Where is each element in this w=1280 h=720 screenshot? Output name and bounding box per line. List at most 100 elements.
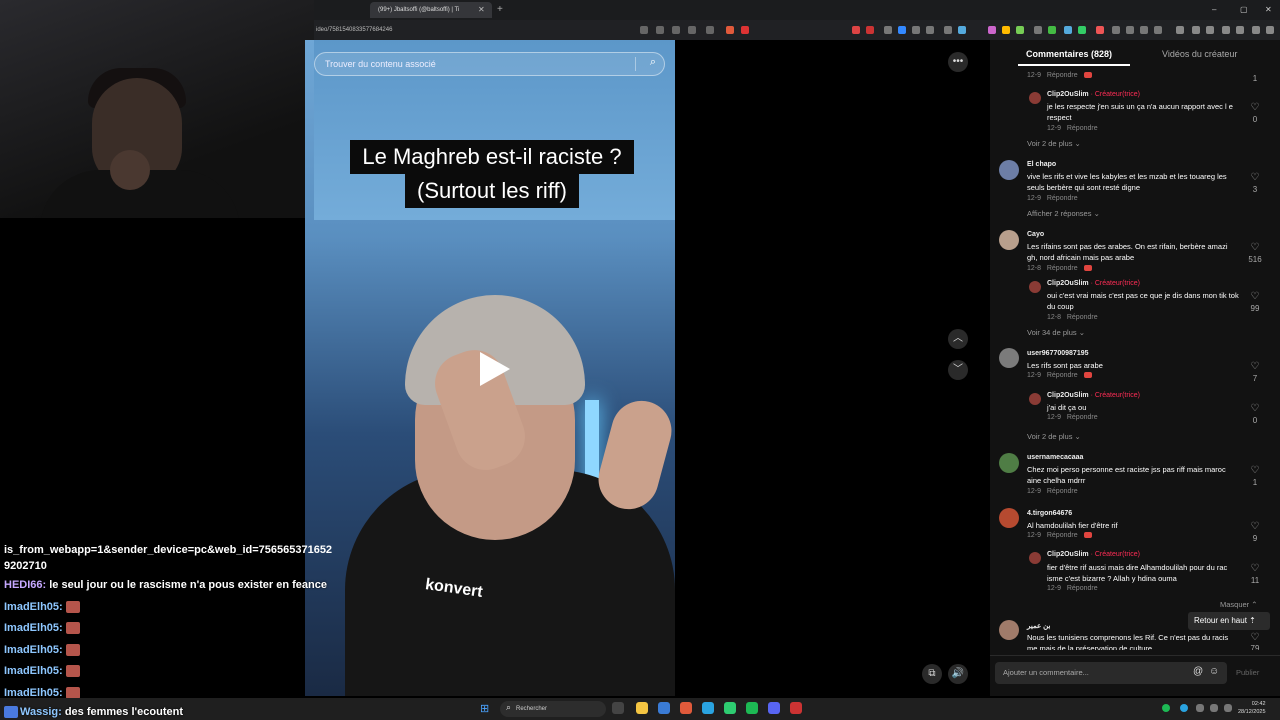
extension-icon[interactable]	[1078, 26, 1086, 34]
reply-button[interactable]: Répondre	[1067, 585, 1098, 592]
telegram-icon[interactable]	[702, 702, 714, 714]
avatar[interactable]	[1029, 92, 1041, 104]
address-bar[interactable]: ideo/7581540833577684246	[314, 22, 774, 38]
extension-icon[interactable]	[852, 26, 860, 34]
reply-button[interactable]: Répondre	[1067, 125, 1098, 132]
reply-button[interactable]: Répondre	[1067, 414, 1098, 421]
volume-button[interactable]: 🔊	[948, 664, 968, 684]
extension-icon[interactable]	[1112, 26, 1120, 34]
reply-button[interactable]: Répondre	[1047, 72, 1078, 79]
extension-icon[interactable]	[1096, 26, 1104, 34]
avatar[interactable]	[999, 453, 1019, 473]
heart-icon[interactable]: ♡	[1248, 632, 1262, 643]
whatsapp-icon[interactable]	[724, 702, 736, 714]
heart-icon[interactable]: ♡	[1248, 403, 1262, 414]
discord-icon[interactable]	[768, 702, 780, 714]
extension-icon[interactable]	[912, 26, 920, 34]
app-icon[interactable]	[790, 702, 802, 714]
extension-icon[interactable]	[988, 26, 996, 34]
extension-icon[interactable]	[898, 26, 906, 34]
rewards-icon[interactable]	[741, 26, 749, 34]
comment-username[interactable]: Clip2OuSlim · Créateur(trice)	[1047, 551, 1140, 558]
menu-icon[interactable]	[1266, 26, 1274, 34]
wallet-icon[interactable]	[1222, 26, 1230, 34]
reader-icon[interactable]	[640, 26, 648, 34]
emoji-icon[interactable]: ☺	[1209, 666, 1219, 677]
comment-username[interactable]: Clip2OuSlim · Créateur(trice)	[1047, 91, 1140, 98]
avatar[interactable]	[999, 160, 1019, 180]
zoom-icon[interactable]	[688, 26, 696, 34]
publish-button[interactable]: Publier	[1236, 668, 1259, 677]
edit-icon[interactable]	[656, 26, 664, 34]
taskbar-search[interactable]: Rechercher	[500, 701, 606, 717]
windows-start-icon[interactable]: ⊞	[480, 702, 489, 715]
task-view-icon[interactable]	[612, 702, 624, 714]
comment-username[interactable]: usernamecacaaa	[1027, 454, 1083, 461]
tab-close-icon[interactable]: ✕	[478, 2, 485, 18]
previous-video-button[interactable]: ︿	[948, 329, 968, 349]
reply-button[interactable]: Répondre	[1047, 532, 1078, 539]
more-options-button[interactable]: •••	[948, 52, 968, 72]
maximize-button[interactable]: ▢	[1240, 2, 1248, 18]
related-search-input[interactable]: Trouver du contenu associé	[325, 53, 436, 75]
back-to-top-button[interactable]: Retour en haut ⇡	[1188, 612, 1270, 630]
translate-icon[interactable]	[672, 26, 680, 34]
hide-replies[interactable]: Masquer ⌃	[1220, 600, 1258, 609]
heart-icon[interactable]: ♡	[1248, 291, 1262, 302]
extension-icon[interactable]	[1064, 26, 1072, 34]
wifi-icon[interactable]	[1196, 704, 1204, 712]
avatar[interactable]	[1029, 552, 1041, 564]
extension-icon[interactable]	[884, 26, 892, 34]
brave-icon[interactable]	[680, 702, 692, 714]
spotify-icon[interactable]	[746, 702, 758, 714]
extension-icon[interactable]	[1140, 26, 1148, 34]
app-icon[interactable]	[658, 702, 670, 714]
bookmark-icon[interactable]	[1192, 26, 1200, 34]
show-more-replies[interactable]: Voir 2 de plus ⌄	[1027, 432, 1081, 441]
avatar[interactable]	[1029, 281, 1041, 293]
sidebar-icon[interactable]	[1206, 26, 1214, 34]
file-explorer-icon[interactable]	[636, 702, 648, 714]
reply-button[interactable]: Répondre	[1047, 265, 1078, 272]
volume-icon[interactable]	[1210, 704, 1218, 712]
next-video-button[interactable]: ﹀	[948, 360, 968, 380]
heart-icon[interactable]: ♡	[1248, 172, 1262, 183]
avatar[interactable]	[1029, 393, 1041, 405]
extension-icon[interactable]	[1034, 26, 1042, 34]
battery-icon[interactable]	[1224, 704, 1232, 712]
extension-icon[interactable]	[1154, 26, 1162, 34]
tab-comments[interactable]: Commentaires (828)	[1026, 44, 1112, 64]
comment-username[interactable]: El chapo	[1027, 161, 1056, 168]
reply-button[interactable]: Répondre	[1047, 195, 1078, 202]
extension-icon[interactable]	[1048, 26, 1056, 34]
tray-icon[interactable]	[1162, 704, 1170, 712]
extension-icon[interactable]	[1126, 26, 1134, 34]
minimize-button[interactable]: –	[1212, 2, 1216, 18]
search-icon[interactable]: ⌕	[650, 56, 656, 69]
reply-button[interactable]: Répondre	[1047, 488, 1078, 495]
extension-icon[interactable]	[866, 26, 874, 34]
show-replies[interactable]: Afficher 2 réponses ⌄	[1027, 209, 1100, 218]
extension-icon[interactable]	[1016, 26, 1024, 34]
comment-username[interactable]: 4.tirgon64676	[1027, 510, 1072, 517]
add-comment-input[interactable]: Ajouter un commentaire... @ ☺	[995, 662, 1227, 684]
profile-icon[interactable]	[1236, 26, 1244, 34]
comment-username[interactable]: Clip2OuSlim · Créateur(trice)	[1047, 392, 1140, 399]
heart-icon[interactable]: ♡	[1248, 465, 1262, 476]
extension-icon[interactable]	[944, 26, 952, 34]
show-more-replies[interactable]: Voir 2 de plus ⌄	[1027, 139, 1081, 148]
heart-icon[interactable]: ♡	[1248, 361, 1262, 372]
comment-username[interactable]: Cayo	[1027, 231, 1044, 238]
avatar[interactable]	[999, 348, 1019, 368]
extension-icon[interactable]	[1002, 26, 1010, 34]
play-icon[interactable]	[480, 352, 510, 386]
show-more-replies[interactable]: Voir 34 de plus ⌄	[1027, 328, 1085, 337]
avatar[interactable]	[999, 230, 1019, 250]
new-tab-icon[interactable]: +	[497, 2, 503, 18]
shield-icon[interactable]	[1252, 26, 1260, 34]
avatar[interactable]	[999, 508, 1019, 528]
comment-username[interactable]: user967700987195	[1027, 350, 1089, 357]
reply-button[interactable]: Répondre	[1047, 372, 1078, 379]
mention-icon[interactable]: @	[1193, 666, 1203, 677]
system-clock[interactable]: 02:42 28/12/2025	[1238, 700, 1266, 716]
